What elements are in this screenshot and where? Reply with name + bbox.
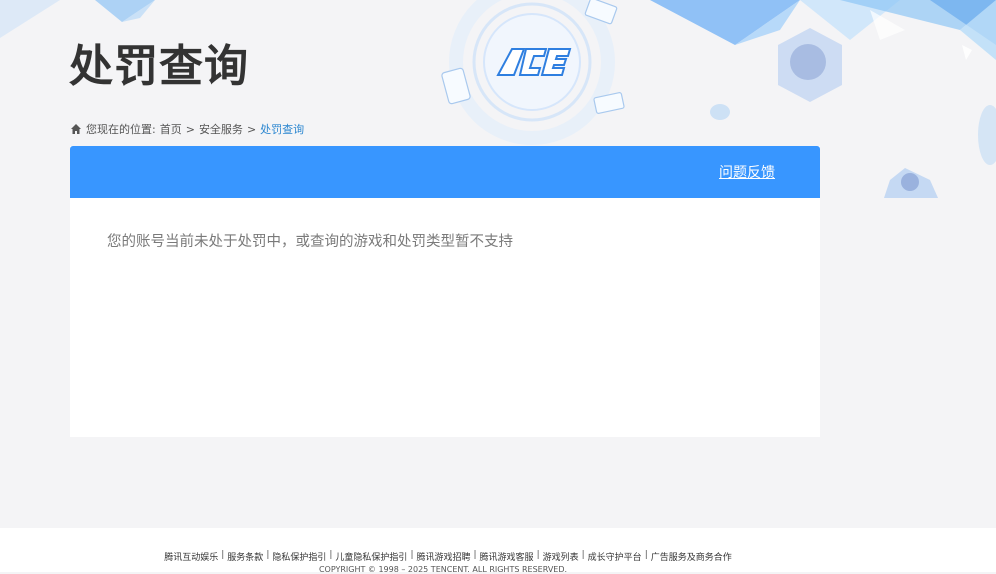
page-title: 处罚查询 (69, 41, 249, 92)
status-message: 您的账号当前未处于处罚中，或查询的游戏和处罚类型暂不支持 (107, 234, 513, 250)
home-icon (71, 124, 81, 134)
footer-link[interactable]: 广告服务及商务合作 (651, 550, 732, 563)
footer-link[interactable]: 腾讯互动娱乐 (164, 550, 218, 563)
penalty-panel: 问题反馈 您的账号当前未处于处罚中，或查询的游戏和处罚类型暂不支持 (70, 146, 820, 437)
footer: 腾讯互动娱乐 | 服务条款 | 隐私保护指引 | 儿童隐私保护指引 | 腾讯游戏招聘 | … (0, 528, 996, 574)
feedback-link[interactable]: 问题反馈 (719, 162, 775, 182)
footer-link[interactable]: 儿童隐私保护指引 (335, 550, 407, 563)
copyright: COPYRIGHT © 1998 – 2025 TENCENT. ALL RIG… (318, 565, 568, 574)
footer-link[interactable]: 腾讯游戏客服 (480, 550, 534, 563)
breadcrumb-home-link[interactable]: 首页 (160, 121, 182, 137)
breadcrumb-separator: > (185, 122, 195, 136)
ace-logo (494, 45, 572, 79)
footer-link[interactable]: 服务条款 (227, 550, 263, 563)
footer-link[interactable]: 成长守护平台 (588, 550, 642, 563)
footer-link[interactable]: 隐私保护指引 (272, 550, 326, 563)
panel-header: 问题反馈 (70, 146, 820, 198)
footer-link[interactable]: 游戏列表 (543, 550, 579, 563)
breadcrumb-security-link[interactable]: 安全服务 (199, 121, 243, 137)
breadcrumb-prefix: 您现在的位置: (86, 123, 156, 136)
breadcrumb-current[interactable]: 处罚查询 (260, 121, 304, 137)
footer-link[interactable]: 腾讯游戏招聘 (416, 550, 470, 563)
footer-links: 腾讯互动娱乐 | 服务条款 | 隐私保护指引 | 儿童隐私保护指引 | 腾讯游戏招聘 | … (164, 550, 732, 563)
breadcrumb-separator: > (246, 122, 257, 136)
breadcrumb: 您现在的位置: 首页 > 安全服务 > 处罚查询 (70, 121, 304, 137)
